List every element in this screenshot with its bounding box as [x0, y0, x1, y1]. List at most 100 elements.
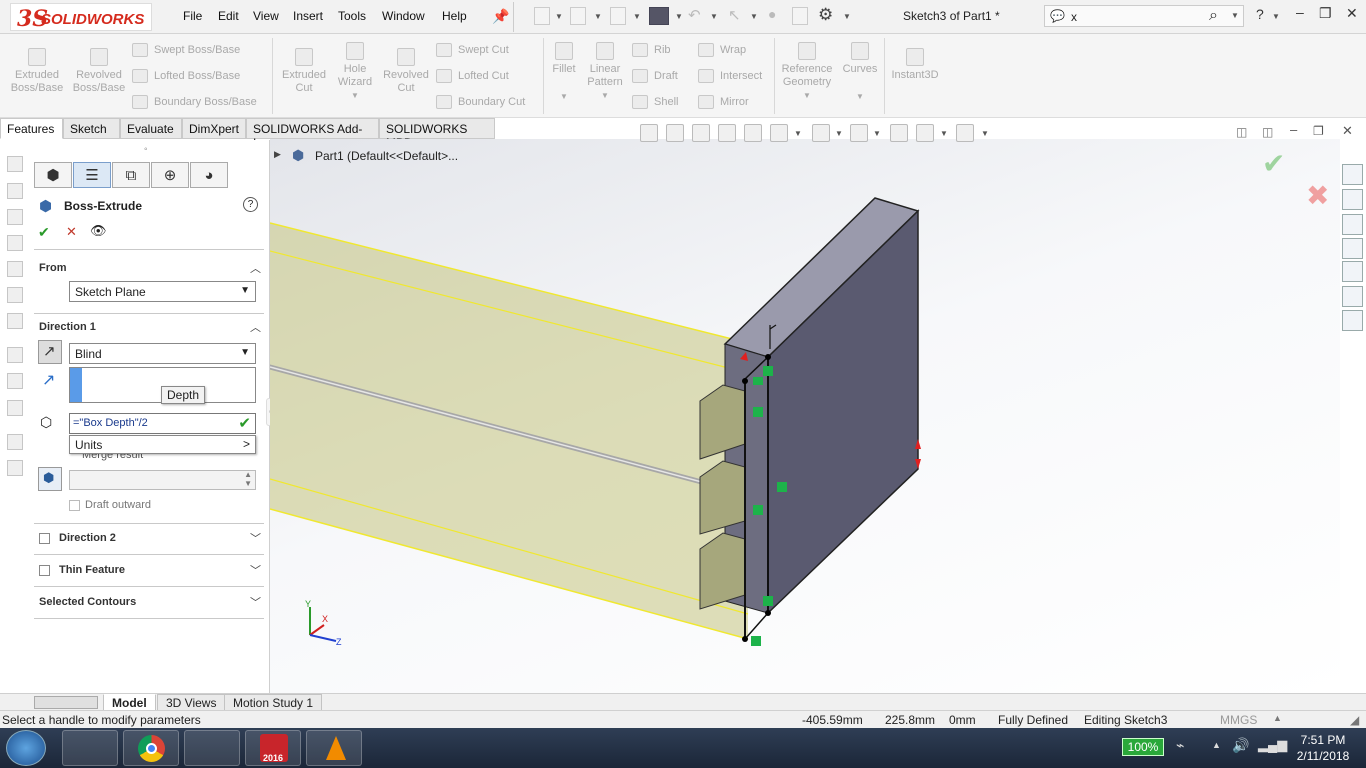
design-library-icon[interactable]	[1342, 189, 1363, 210]
chevron-down-icon[interactable]: ▼	[555, 12, 563, 21]
rebuild-icon[interactable]: ●	[768, 6, 776, 22]
doc-close-button[interactable]: ✕	[1342, 123, 1353, 139]
extruded-cut-button[interactable]: Extruded Cut	[278, 48, 330, 95]
rib-button[interactable]: Rib	[632, 43, 671, 57]
search-icon[interactable]: ⌕	[1209, 7, 1218, 25]
curves-button[interactable]: Curves ▼	[838, 42, 882, 103]
mirror-button[interactable]: Mirror	[698, 95, 749, 109]
chevron-down-icon[interactable]: ▼	[675, 12, 683, 21]
battery-indicator[interactable]: 100%	[1122, 738, 1164, 756]
measure-shortcut-icon[interactable]	[7, 434, 23, 450]
extruded-boss-base-button[interactable]: Extruded Boss/Base	[8, 48, 66, 95]
help-button[interactable]: ?	[1256, 6, 1264, 22]
search-input[interactable]: x	[1071, 10, 1077, 24]
custom-properties-icon[interactable]	[1342, 286, 1363, 307]
vlc-taskbar-icon[interactable]	[306, 730, 362, 766]
chevron-down-icon[interactable]: ▼	[778, 89, 836, 102]
open-icon[interactable]	[570, 7, 586, 25]
gear-icon[interactable]: ⚙	[818, 5, 833, 25]
linear-pattern-button[interactable]: Linear Pattern ▼	[582, 42, 628, 102]
configuration-manager-tab-icon[interactable]: ⧉	[112, 162, 150, 188]
draft-outward-checkbox[interactable]	[69, 500, 80, 511]
tab-dimxpert[interactable]: DimXpert	[182, 118, 246, 139]
hole-shortcut-icon[interactable]	[7, 313, 23, 329]
tab-features[interactable]: Features	[0, 118, 63, 139]
confirm-cancel-icon[interactable]: ✖	[1306, 179, 1329, 212]
menu-help[interactable]: Help	[442, 9, 467, 23]
tab-scroll-arrows[interactable]	[34, 696, 98, 709]
extrude-shortcut-icon[interactable]	[7, 156, 23, 172]
units-menu-item[interactable]: Units	[75, 438, 102, 452]
appearances-icon[interactable]	[1342, 261, 1363, 282]
chrome-taskbar-icon[interactable]	[123, 730, 179, 766]
spin-up-icon[interactable]: ▲	[244, 470, 252, 479]
end-condition-dropdown[interactable]: Blind ▼	[69, 343, 256, 364]
fillet-button[interactable]: Fillet ▼	[548, 42, 580, 103]
chevron-down-icon[interactable]: ▼	[710, 12, 718, 21]
chevron-down-icon[interactable]: ﹀	[250, 562, 261, 578]
property-manager-tab-icon[interactable]: ☰	[73, 162, 111, 188]
chevron-down-icon[interactable]: ▼	[1231, 11, 1239, 20]
dimxpert-manager-tab-icon[interactable]: ⊕	[151, 162, 189, 188]
draft-angle-spinbox[interactable]: ▲ ▼	[69, 470, 256, 490]
direction1-section-title[interactable]: Direction 1	[39, 321, 96, 333]
chevron-down-icon[interactable]: ﹀	[250, 530, 261, 546]
display-style-icon[interactable]	[812, 124, 830, 142]
doc-restore-button[interactable]: ❐	[1313, 124, 1324, 138]
sweep-shortcut-icon[interactable]	[7, 209, 23, 225]
hole-wizard-button[interactable]: Hole Wizard ▼	[330, 42, 380, 102]
tab-motion-study-1[interactable]: Motion Study 1	[224, 694, 323, 711]
solidworks-taskbar-icon[interactable]: 2016	[245, 730, 301, 766]
chevron-down-icon[interactable]: ▼	[838, 90, 882, 103]
file-explorer-icon[interactable]	[1342, 214, 1363, 235]
help-icon[interactable]: ?	[243, 197, 258, 212]
chevron-down-icon[interactable]: ▼	[873, 129, 881, 138]
selected-contours-section-title[interactable]: Selected Contours	[39, 596, 136, 608]
boundary-shortcut-icon[interactable]	[7, 261, 23, 277]
tab-solidworks-add-ins[interactable]: SOLIDWORKS Add-Ins	[246, 118, 379, 150]
thin-feature-section-title[interactable]: Thin Feature	[59, 564, 125, 576]
direction2-section-title[interactable]: Direction 2	[59, 532, 116, 544]
fillet-shortcut-icon[interactable]	[7, 347, 23, 363]
confirm-ok-icon[interactable]: ✔	[1262, 147, 1285, 180]
pattern-shortcut-icon[interactable]	[7, 373, 23, 389]
chevron-down-icon[interactable]: ▼	[594, 12, 602, 21]
chevron-down-icon[interactable]: ▼	[981, 129, 989, 138]
revolve-shortcut-icon[interactable]	[7, 183, 23, 199]
from-dropdown[interactable]: Sketch Plane ▼	[69, 281, 256, 302]
chevron-down-icon[interactable]: ﹀	[250, 594, 261, 610]
expand-tree-icon[interactable]: ▶	[274, 149, 281, 160]
pin-icon[interactable]: 📌	[492, 8, 509, 25]
revolved-cut-button[interactable]: Revolved Cut	[380, 48, 432, 95]
new-document-icon[interactable]	[534, 7, 550, 25]
reverse-direction-icon[interactable]: ↗	[38, 340, 62, 364]
status-unit-system[interactable]: MMGS	[1220, 713, 1257, 727]
menu-view[interactable]: View	[253, 9, 279, 23]
display-manager-tab-icon[interactable]: ◕	[190, 162, 228, 188]
home-icon[interactable]	[1342, 164, 1363, 185]
dynamic-annotation-icon[interactable]	[744, 124, 762, 142]
wrap-button[interactable]: Wrap	[698, 43, 746, 57]
save-icon[interactable]	[610, 7, 626, 25]
file-explorer-taskbar-icon[interactable]	[62, 730, 118, 766]
revolved-boss-base-button[interactable]: Revolved Boss/Base	[70, 48, 128, 95]
tab-3d-views[interactable]: 3D Views	[157, 694, 226, 711]
depth-equation-input[interactable]: ="Box Depth"/2 ✔	[69, 413, 256, 434]
units-popup-menu[interactable]: Units >	[69, 435, 256, 454]
maps-taskbar-icon[interactable]	[184, 730, 240, 766]
apply-scene-icon[interactable]	[916, 124, 934, 142]
chevron-up-icon[interactable]: ︿	[250, 319, 261, 335]
edit-appearance-icon[interactable]	[890, 124, 908, 142]
draft-on-off-icon[interactable]: ⬢	[38, 467, 62, 491]
view-orientation-icon[interactable]	[770, 124, 788, 142]
print-icon[interactable]	[649, 7, 669, 25]
loft-shortcut-icon[interactable]	[7, 235, 23, 251]
forum-icon[interactable]	[1342, 310, 1363, 331]
search-commands-field[interactable]: 💬 x ⌕ ▼	[1044, 5, 1244, 27]
tile-left-icon[interactable]: ◫	[1236, 125, 1247, 139]
instant3d-button[interactable]: Instant3D	[886, 48, 944, 82]
volume-icon[interactable]: 🔊	[1232, 737, 1249, 754]
undo-icon[interactable]: ↶	[688, 6, 701, 24]
chevron-down-icon[interactable]: ▼	[633, 12, 641, 21]
lofted-boss-button[interactable]: Lofted Boss/Base	[132, 69, 240, 83]
